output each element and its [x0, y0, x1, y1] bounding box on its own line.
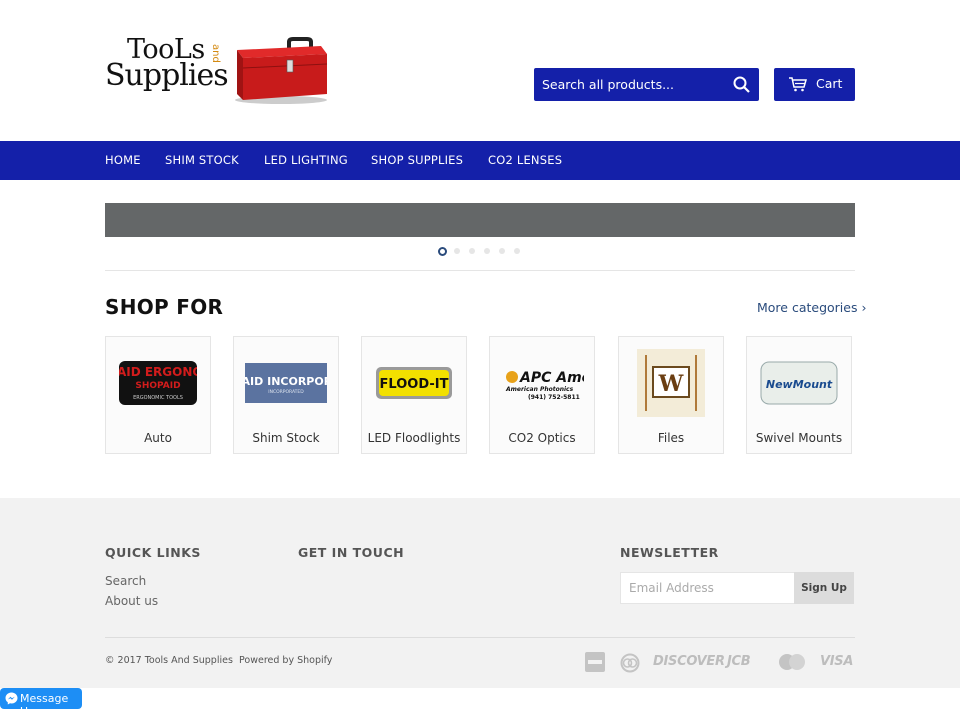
svg-text:SHOPAID: SHOPAID — [135, 381, 180, 391]
nav-item-shim-stock[interactable]: SHIM STOCK — [165, 153, 239, 167]
svg-text:ERGONOMIC TOOLS: ERGONOMIC TOOLS — [133, 395, 183, 401]
shopaid-logo-icon: SHOPAID INCORPORATED INCORPORATED — [245, 363, 327, 403]
category-card-swivel-mounts[interactable]: NewMount Swivel Mounts — [746, 336, 852, 454]
powered-by-link[interactable]: Powered by Shopify — [239, 655, 332, 666]
logo-text-supplies: Supplies — [105, 58, 229, 93]
logo-text-and: and — [210, 44, 221, 63]
nav-item-co2-lenses[interactable]: CO2 LENSES — [488, 153, 562, 167]
newsletter-heading: NEWSLETTER — [620, 545, 719, 560]
svg-text:(941) 752-5811: (941) 752-5811 — [528, 394, 580, 401]
site-header: TooLs Supplies and Cart — [0, 0, 960, 141]
auto-logo-icon: AUTO SHOPAID ERGONOMIC TOOLS SHOPAID ERG… — [119, 361, 197, 405]
hero-slider[interactable] — [105, 203, 855, 237]
apc-logo-icon: APC American Photonics (941) 752-5811 Am… — [505, 370, 584, 401]
category-image: APC American Photonics (941) 752-5811 Am… — [500, 349, 584, 417]
discover-icon: DISCOVER — [653, 651, 725, 671]
american-express-icon — [585, 652, 605, 672]
category-card-auto[interactable]: AUTO SHOPAID ERGONOMIC TOOLS SHOPAID ERG… — [105, 336, 211, 454]
visa-label: VISA — [820, 653, 854, 669]
cart-icon — [789, 77, 807, 92]
more-categories-link[interactable]: More categories › — [757, 300, 866, 315]
category-image-text: APC American Photonics (941) 752-5811 — [519, 370, 584, 386]
slider-dot[interactable] — [484, 248, 490, 254]
jcb-label: JCB — [727, 653, 751, 669]
search-bar — [534, 68, 759, 101]
files-logo-icon: W — [637, 349, 705, 417]
discover-label: DISCOVER — [653, 653, 725, 669]
shop-for-title: SHOP FOR — [105, 295, 224, 319]
category-image-text: FLOOD-IT — [380, 377, 449, 392]
category-card-led-floodlights[interactable]: FLOOD-IT LED Floodlights — [361, 336, 467, 454]
category-label: LED Floodlights — [367, 431, 461, 445]
category-image: SHOPAID INCORPORATED INCORPORATED — [244, 349, 328, 417]
category-label: Swivel Mounts — [755, 431, 843, 445]
category-label: CO2 Optics — [508, 431, 576, 445]
signup-button[interactable]: Sign Up — [794, 572, 854, 604]
message-us-button[interactable]: Message Us — [0, 688, 82, 718]
slider-dot[interactable] — [438, 247, 447, 256]
nav-item-shop-supplies[interactable]: SHOP SUPPLIES — [371, 153, 463, 167]
site-footer: QUICK LINKS Search About us GET IN TOUCH… — [0, 498, 960, 688]
slider-dots — [438, 247, 528, 257]
category-label: Auto — [144, 431, 172, 445]
message-us-label: Message Us — [20, 692, 69, 718]
site-logo[interactable]: TooLs Supplies and — [105, 34, 333, 104]
category-image: AUTO SHOPAID ERGONOMIC TOOLS SHOPAID ERG… — [116, 349, 200, 417]
category-card-co2-optics[interactable]: APC American Photonics (941) 752-5811 Am… — [489, 336, 595, 454]
flood-it-logo-icon: FLOOD-IT — [376, 367, 452, 399]
category-image: W — [629, 349, 713, 417]
search-icon[interactable] — [731, 74, 753, 96]
category-image-text: SHOPAID INCORPORATED — [245, 375, 327, 388]
category-image-text: AUTO SHOPAID ERGONOMIC TOOLS — [119, 365, 197, 379]
main-nav: HOME SHIM STOCK LED LIGHTING SHOP SUPPLI… — [0, 141, 960, 180]
category-label: Files — [657, 431, 685, 445]
messenger-icon — [5, 692, 18, 705]
newsletter-email-field[interactable] — [620, 572, 795, 604]
category-card-shim-stock[interactable]: SHOPAID INCORPORATED INCORPORATED Shim S… — [233, 336, 339, 454]
footer-link-search[interactable]: Search — [105, 574, 146, 588]
footer-link-about-us[interactable]: About us — [105, 594, 158, 608]
search-input[interactable] — [534, 68, 724, 101]
newmount-logo-icon: NewMount — [760, 361, 838, 405]
category-image-text: W — [658, 371, 684, 397]
nav-item-home[interactable]: HOME — [105, 153, 141, 167]
master-icon — [779, 654, 805, 670]
footer-divider — [105, 637, 855, 638]
jcb-icon: JCB — [727, 651, 751, 671]
toolbox-icon — [235, 37, 328, 104]
svg-text:American Photonics: American Photonics — [505, 386, 574, 393]
slider-dot[interactable] — [499, 248, 505, 254]
quick-links-heading: QUICK LINKS — [105, 545, 201, 560]
cart-label: Cart — [816, 76, 843, 91]
category-card-files[interactable]: W Files — [618, 336, 724, 454]
slider-dot[interactable] — [454, 248, 460, 254]
cart-button[interactable]: Cart — [774, 68, 855, 101]
svg-text:INCORPORATED: INCORPORATED — [268, 389, 304, 395]
category-image: FLOOD-IT — [372, 349, 456, 417]
category-image: NewMount — [757, 349, 841, 417]
category-image-text: NewMount — [766, 378, 833, 391]
diners-club-icon — [620, 653, 640, 673]
slider-dot[interactable] — [469, 248, 475, 254]
nav-item-led-lighting[interactable]: LED LIGHTING — [264, 153, 348, 167]
copyright-text: © 2017 Tools And Supplies — [105, 655, 233, 666]
get-in-touch-heading: GET IN TOUCH — [298, 545, 405, 560]
section-divider — [105, 270, 855, 271]
visa-icon: VISA — [820, 651, 853, 671]
category-label: Shim Stock — [252, 431, 320, 445]
slider-dot[interactable] — [514, 248, 520, 254]
